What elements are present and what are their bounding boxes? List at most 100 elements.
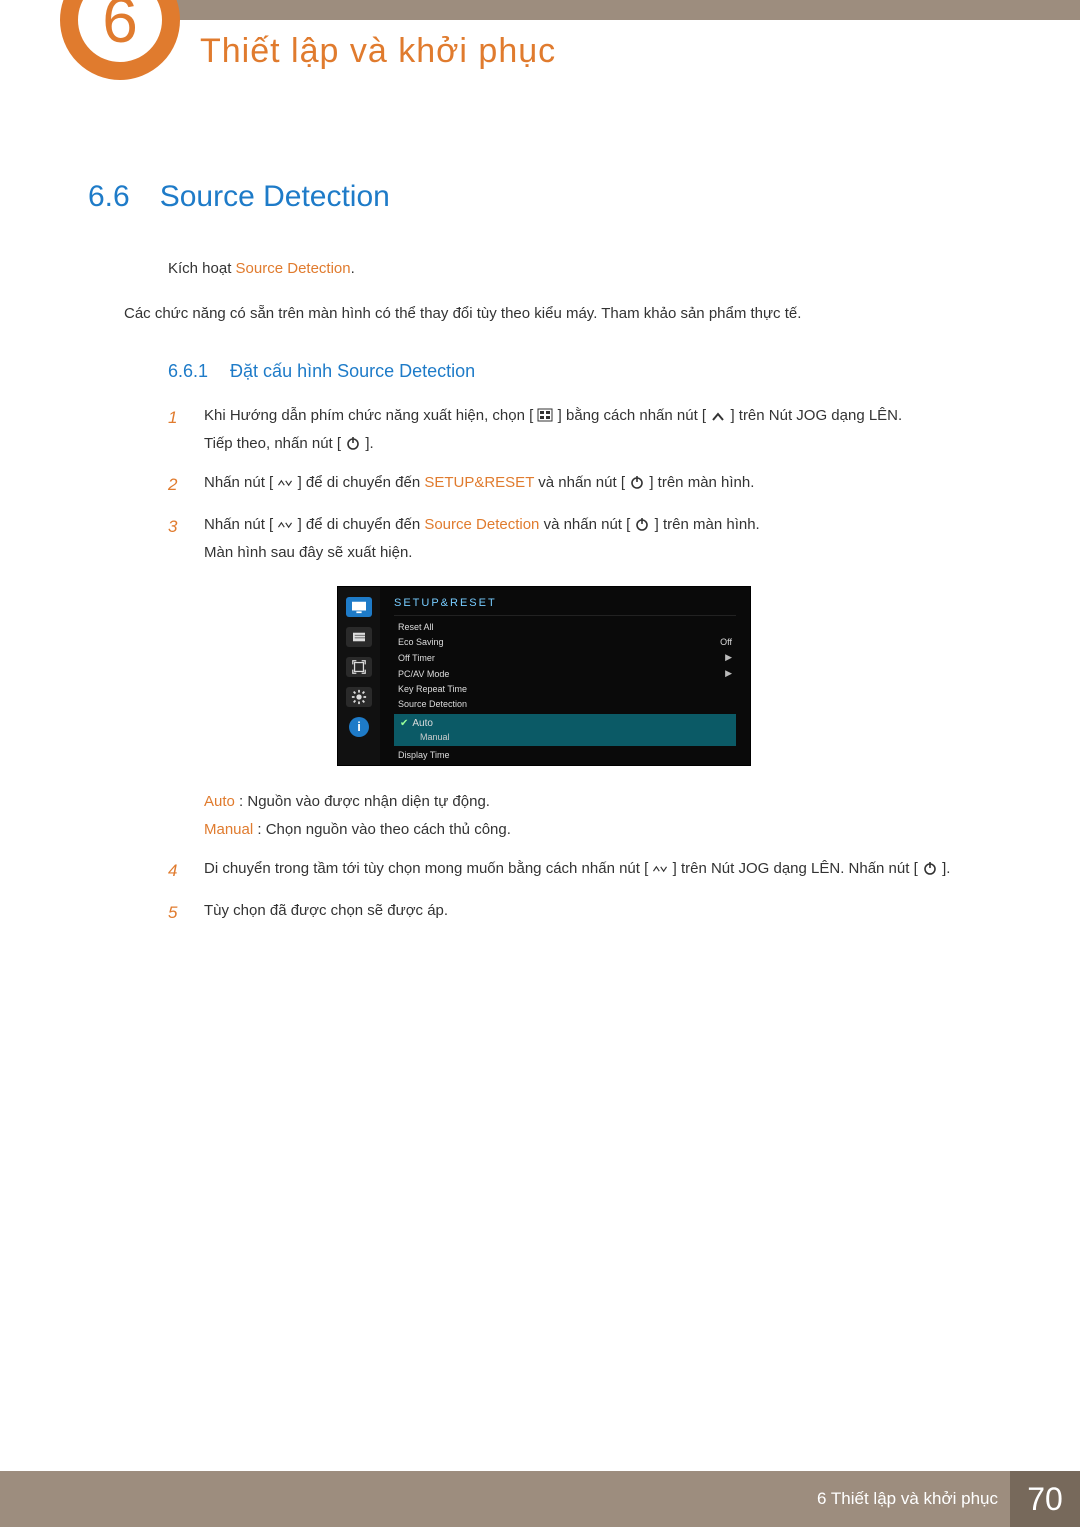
gear-icon <box>346 687 372 707</box>
step-text: Nhấn nút [ ] để di chuyển đến Source Det… <box>204 511 1000 568</box>
osd-sidebar: i <box>338 587 380 765</box>
info-icon: i <box>349 717 369 737</box>
s2a: Nhấn nút [ <box>204 474 273 491</box>
power-icon <box>345 436 361 450</box>
step-number: 5 <box>168 897 186 929</box>
osd-option-selected: Auto <box>412 718 433 729</box>
s3after: Màn hình sau đây sẽ xuất hiện. <box>204 544 412 561</box>
auto-label: Auto <box>204 793 235 810</box>
chevron-up-down-icon <box>277 518 293 532</box>
desc-text: Auto : Nguồn vào được nhận diện tự động.… <box>204 788 1000 845</box>
step-number: 1 <box>168 402 186 459</box>
power-icon <box>629 475 645 489</box>
note-text: Các chức năng có sẵn trên màn hình có th… <box>124 305 801 322</box>
step-4: 4 Di chuyển trong tầm tới tùy chọn mong … <box>168 855 1000 887</box>
osd-item: Display Time <box>394 748 736 763</box>
chapter-badge: 6 <box>60 0 180 80</box>
s1ne: ]. <box>365 435 373 452</box>
header-strip <box>120 0 1080 20</box>
step-number: 2 <box>168 469 186 501</box>
step-number: 3 <box>168 511 186 568</box>
s1b: ] bằng cách nhấn nút [ <box>558 407 706 424</box>
chapter-title: Thiết lập và khởi phục <box>200 32 556 71</box>
osd-menu-screenshot: i SETUP&RESET Reset All Eco Saving Off Of… <box>337 586 751 766</box>
page-footer: 6 Thiết lập và khởi phục 70 <box>0 1471 1080 1527</box>
section-heading: 6.6 Source Detection <box>88 180 1000 214</box>
chevron-up-icon <box>710 410 726 424</box>
osd-title: SETUP&RESET <box>394 595 736 616</box>
s3a: Nhấn nút [ <box>204 516 273 533</box>
osd-item-label: Off Timer <box>398 653 435 663</box>
s4b: ] trên Nút JOG dạng LÊN. Nhấn nút [ <box>673 860 918 877</box>
osd-item-label: Display Time <box>398 750 450 760</box>
intro-highlight: Source Detection <box>236 260 351 277</box>
chevron-up-down-icon <box>652 862 668 876</box>
s1n: Tiếp theo, nhấn nút [ <box>204 435 341 452</box>
monitor-icon <box>346 597 372 617</box>
s2c: và nhấn nút [ <box>534 474 625 491</box>
s2b: ] để di chuyển đến <box>298 474 425 491</box>
osd-item: PC/AV Mode ▶ <box>394 666 736 682</box>
s3b: ] để di chuyển đến <box>298 516 425 533</box>
s2hl: SETUP&RESET <box>424 474 534 491</box>
step-text: Di chuyển trong tầm tới tùy chọn mong mu… <box>204 855 1000 887</box>
auto-desc: : Nguồn vào được nhận diện tự động. <box>235 793 490 810</box>
resize-icon <box>346 657 372 677</box>
s4a: Di chuyển trong tầm tới tùy chọn mong mu… <box>204 860 648 877</box>
step-number: 4 <box>168 855 186 887</box>
chapter-number: 6 <box>102 0 138 57</box>
osd-item-label: Eco Saving <box>398 637 444 647</box>
step-1: 1 Khi Hướng dẫn phím chức năng xuất hiện… <box>168 402 1000 459</box>
manual-desc: : Chọn nguồn vào theo cách thủ công. <box>253 821 511 838</box>
intro-prefix: Kích hoạt <box>168 260 236 277</box>
intro-line: Kích hoạt Source Detection. <box>168 256 1000 282</box>
s1a: Khi Hướng dẫn phím chức năng xuất hiện, … <box>204 407 533 424</box>
note-block: Các chức năng có sẵn trên màn hình có th… <box>124 300 1000 327</box>
auto-desc-line: Auto : Nguồn vào được nhận diện tự động.… <box>168 788 1000 845</box>
s3d: ] trên màn hình. <box>655 516 760 533</box>
s4c: ]. <box>942 860 950 877</box>
power-icon <box>922 861 938 875</box>
power-icon <box>634 517 650 531</box>
osd-dropdown: ✔ Auto Manual <box>394 714 736 746</box>
osd-item-label: PC/AV Mode <box>398 669 449 679</box>
content-area: 6.6 Source Detection Kích hoạt Source De… <box>88 180 1000 939</box>
list-icon <box>346 627 372 647</box>
step-3: 3 Nhấn nút [ ] để di chuyển đến Source D… <box>168 511 1000 568</box>
chevron-right-icon: ▶ <box>725 668 732 679</box>
chevron-up-down-icon <box>277 476 293 490</box>
manual-label: Manual <box>204 821 253 838</box>
subsection-title: Đặt cấu hình Source Detection <box>230 361 475 382</box>
osd-item-label: Source Detection <box>398 699 467 709</box>
step-text: Khi Hướng dẫn phím chức năng xuất hiện, … <box>204 402 1000 459</box>
subsection-heading: 6.6.1 Đặt cấu hình Source Detection <box>168 361 1000 382</box>
step-text: Tùy chọn đã được chọn sẽ được áp. <box>204 897 1000 929</box>
s3hl: Source Detection <box>424 516 539 533</box>
step-text: Nhấn nút [ ] để di chuyển đến SETUP&RESE… <box>204 469 1000 501</box>
page-header: 6 Thiết lập và khởi phục <box>0 0 1080 100</box>
osd-item: Reset All <box>394 620 736 635</box>
footer-text: 6 Thiết lập và khởi phục <box>817 1489 1010 1509</box>
osd-item: Key Repeat Time <box>394 682 736 697</box>
bullet <box>168 788 186 845</box>
page-number: 70 <box>1010 1471 1080 1527</box>
osd-item: Eco Saving Off <box>394 635 736 650</box>
menu-grid-icon <box>537 408 553 422</box>
osd-item-label: Key Repeat Time <box>398 684 467 694</box>
osd-item-label: Reset All <box>398 622 434 632</box>
section-number: 6.6 <box>88 180 130 214</box>
s3c: và nhấn nút [ <box>539 516 630 533</box>
section-title: Source Detection <box>160 180 390 214</box>
s1c: ] trên Nút JOG dạng LÊN. <box>730 407 902 424</box>
check-icon: ✔ <box>400 718 408 729</box>
osd-item-value: Off <box>720 637 732 647</box>
step-5: 5 Tùy chọn đã được chọn sẽ được áp. <box>168 897 1000 929</box>
osd-body: SETUP&RESET Reset All Eco Saving Off Off … <box>380 587 750 765</box>
intro-suffix: . <box>351 260 355 277</box>
s2d: ] trên màn hình. <box>649 474 754 491</box>
step-2: 2 Nhấn nút [ ] để di chuyển đến SETUP&RE… <box>168 469 1000 501</box>
osd-option: Manual <box>400 729 730 742</box>
osd-item: Off Timer ▶ <box>394 650 736 666</box>
subsection-number: 6.6.1 <box>168 361 208 382</box>
chevron-right-icon: ▶ <box>725 652 732 663</box>
